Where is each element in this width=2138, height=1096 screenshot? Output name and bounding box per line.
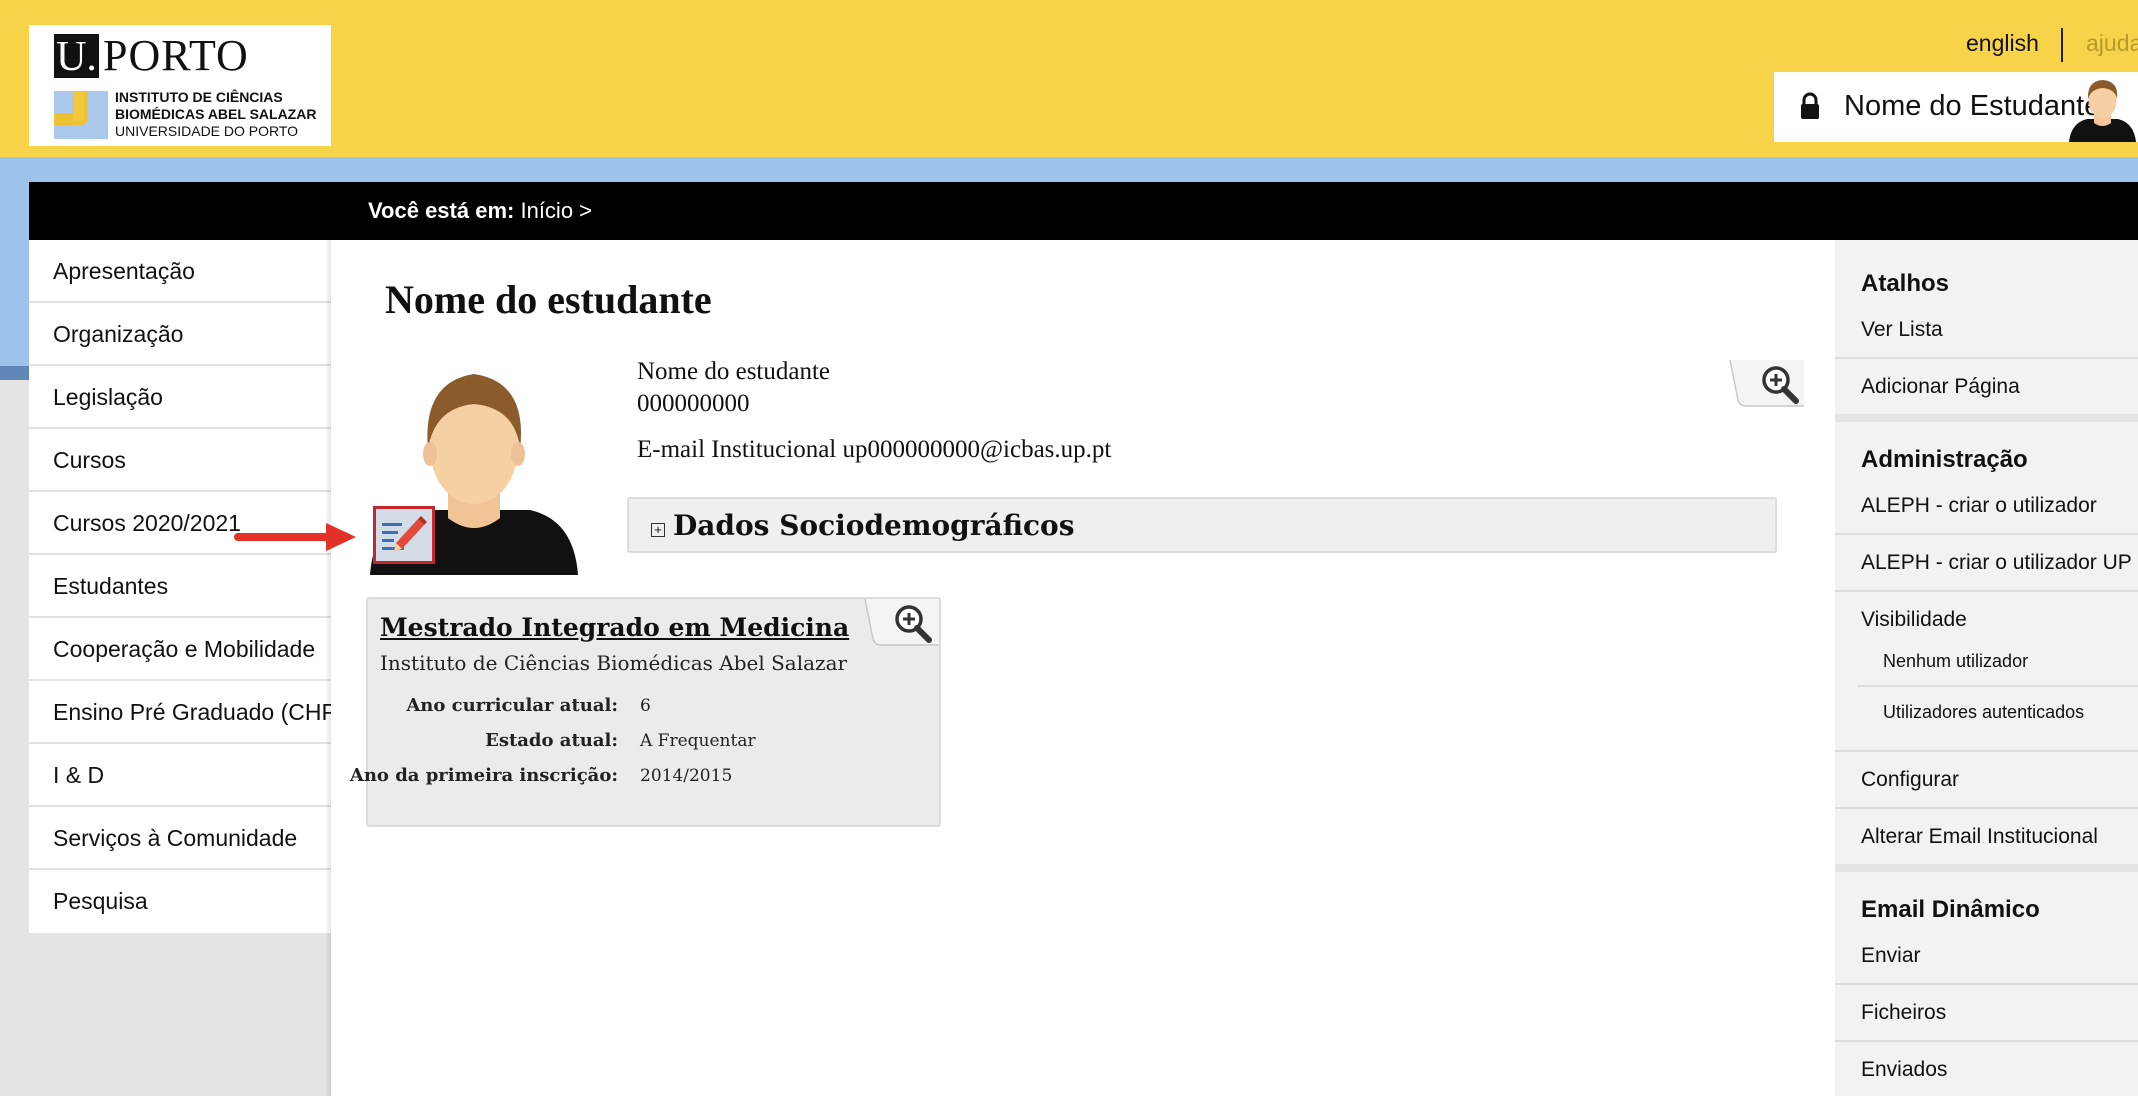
section-gap bbox=[1835, 864, 2138, 872]
sociodemographic-section-toggle[interactable]: + Dados Sociodemográficos bbox=[627, 497, 1777, 553]
enviados-link[interactable]: Enviados bbox=[1861, 1058, 1947, 1082]
institutional-email: E-mail Institucional up000000000@icbas.u… bbox=[637, 436, 1112, 463]
pencil-edit-icon bbox=[382, 516, 427, 551]
help-link[interactable]: ajuda bbox=[2086, 30, 2138, 57]
course-row-value: A Frequentar bbox=[640, 731, 756, 751]
course-row-value: 2014/2015 bbox=[640, 766, 733, 786]
ver-lista-link[interactable]: Ver Lista bbox=[1861, 318, 1943, 342]
institution-logo[interactable]: U. PORTO INSTITUTO DE CIÊNCIAS BIOMÉDICA… bbox=[29, 25, 331, 146]
left-navigation: Apresentação Organização Legislação Curs… bbox=[29, 240, 344, 933]
alterar-email-institucional-link[interactable]: Alterar Email Institucional bbox=[1861, 825, 2098, 849]
divider bbox=[1835, 807, 2138, 809]
user-avatar-icon bbox=[2069, 80, 2136, 142]
logo-line-1: INSTITUTO DE CIÊNCIAS bbox=[115, 89, 283, 105]
user-session-box[interactable]: Nome do Estudante bbox=[1774, 72, 2138, 142]
student-number: 000000000 bbox=[637, 390, 750, 417]
configurar-link[interactable]: Configurar bbox=[1861, 768, 1959, 792]
breadcrumb-bar: Você está em: Início > bbox=[29, 182, 2138, 240]
logo-institution-text: INSTITUTO DE CIÊNCIAS BIOMÉDICAS ABEL SA… bbox=[115, 89, 316, 140]
logo-u-mark: U. bbox=[54, 34, 99, 80]
divider bbox=[1835, 750, 2138, 752]
breadcrumb-prefix: Você está em: bbox=[368, 198, 515, 223]
course-title-link[interactable]: Mestrado Integrado em Medicina bbox=[380, 613, 849, 642]
course-row-label: Ano curricular atual: bbox=[406, 695, 618, 716]
nav-item-legislacao[interactable]: Legislação bbox=[29, 366, 331, 429]
breadcrumb: Você está em: Início > bbox=[368, 198, 592, 224]
header-blue-band bbox=[0, 157, 2138, 182]
red-arrow-annotation bbox=[234, 523, 356, 551]
aleph-criar-utilizador-up-link[interactable]: ALEPH - criar o utilizador UP bbox=[1861, 551, 2132, 575]
course-card: Mestrado Integrado em Medicina Instituto… bbox=[350, 597, 941, 827]
section-gap bbox=[1835, 414, 2138, 422]
nav-item-cooperacao[interactable]: Cooperação e Mobilidade bbox=[29, 618, 331, 681]
logo-line-2: BIOMÉDICAS ABEL SALAZAR bbox=[115, 106, 317, 122]
visibility-option-autenticados[interactable]: Utilizadores autenticados bbox=[1883, 702, 2084, 723]
visibility-option-nenhum[interactable]: Nenhum utilizador bbox=[1883, 651, 2028, 672]
nav-item-cursos[interactable]: Cursos bbox=[29, 429, 331, 492]
student-name: Nome do estudante bbox=[637, 358, 831, 385]
divider bbox=[1835, 590, 2138, 592]
nav-item-estudantes[interactable]: Estudantes bbox=[29, 555, 331, 618]
aleph-criar-utilizador-link[interactable]: ALEPH - criar o utilizador bbox=[1861, 494, 2097, 518]
divider bbox=[1835, 983, 2138, 985]
course-row-value: 6 bbox=[640, 696, 651, 716]
sociodemographic-label: Dados Sociodemográficos bbox=[673, 509, 1075, 542]
course-row-curricular-year: Ano curricular atual: 6 bbox=[368, 695, 928, 725]
nav-item-ensino-pre-graduado[interactable]: Ensino Pré Graduado (CHP) bbox=[29, 681, 344, 744]
breadcrumb-home-link[interactable]: Início > bbox=[520, 198, 592, 223]
nav-item-organizacao[interactable]: Organização bbox=[29, 303, 331, 366]
email-dinamico-heading: Email Dinâmico bbox=[1861, 896, 2040, 923]
enviar-link[interactable]: Enviar bbox=[1861, 944, 1921, 968]
divider bbox=[1835, 1040, 2138, 1042]
logo-porto-text: PORTO bbox=[103, 31, 249, 80]
course-row-label: Ano da primeira inscrição: bbox=[349, 765, 618, 786]
ficheiros-link[interactable]: Ficheiros bbox=[1861, 1001, 1946, 1025]
course-row-status: Estado atual: A Frequentar bbox=[368, 730, 928, 760]
course-row-label: Estado atual: bbox=[485, 730, 618, 751]
edit-photo-button[interactable] bbox=[373, 506, 435, 564]
divider bbox=[1835, 357, 2138, 359]
left-accent-strip-dark bbox=[0, 366, 29, 380]
language-link-english[interactable]: english bbox=[1966, 30, 2039, 57]
atalhos-heading: Atalhos bbox=[1861, 270, 1950, 297]
left-accent-strip bbox=[0, 182, 29, 372]
right-sidebar: Atalhos Ver Lista Adicionar Página Admin… bbox=[1835, 240, 2138, 1096]
nav-item-i-e-d[interactable]: I & D bbox=[29, 744, 331, 807]
zoom-course-icon[interactable] bbox=[863, 599, 939, 647]
course-row-first-enrollment: Ano da primeira inscrição: 2014/2015 bbox=[350, 765, 928, 795]
user-name: Nome do Estudante bbox=[1844, 90, 2101, 122]
lock-icon bbox=[1801, 92, 1819, 119]
icbas-emblem-icon bbox=[54, 91, 108, 139]
logo-line-3: UNIVERSIDADE DO PORTO bbox=[115, 123, 299, 139]
divider bbox=[1835, 533, 2138, 535]
visibilidade-label: Visibilidade bbox=[1861, 608, 1967, 631]
nav-item-pesquisa[interactable]: Pesquisa bbox=[29, 870, 331, 933]
header-divider bbox=[2061, 28, 2063, 62]
adicionar-pagina-link[interactable]: Adicionar Página bbox=[1861, 375, 2020, 399]
expand-plus-icon: + bbox=[651, 523, 665, 537]
page-title: Nome do estudante bbox=[385, 277, 712, 322]
main-content: Nome do estudante Nome do estudante 0000… bbox=[234, 240, 1835, 1096]
administracao-heading: Administração bbox=[1861, 446, 2028, 473]
nav-item-servicos-comunidade[interactable]: Serviços à Comunidade bbox=[29, 807, 331, 870]
course-institution: Instituto de Ciências Biomédicas Abel Sa… bbox=[380, 651, 848, 675]
nav-item-apresentacao[interactable]: Apresentação bbox=[29, 240, 331, 303]
zoom-profile-icon[interactable] bbox=[1728, 360, 1804, 408]
divider bbox=[1857, 685, 2138, 687]
